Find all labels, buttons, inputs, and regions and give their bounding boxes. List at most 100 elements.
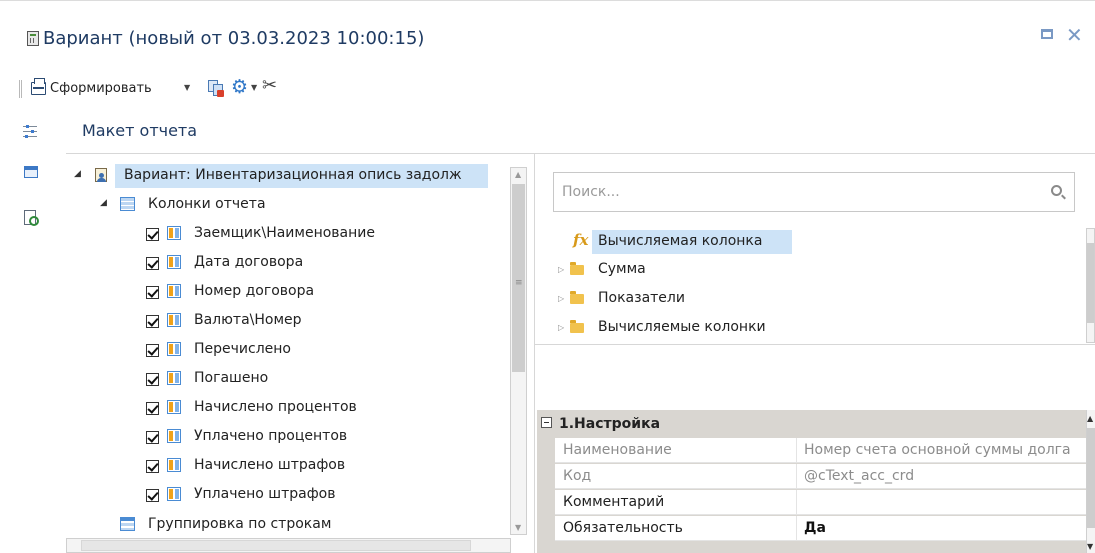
field-folder-item[interactable]: ▷ Вычисляемые колонки <box>553 314 1073 342</box>
scroll-up-arrow-icon[interactable]: ▲ <box>1087 414 1093 423</box>
column-checkbox[interactable] <box>146 228 159 241</box>
scroll-down-arrow-icon[interactable]: ▼ <box>515 523 521 532</box>
column-icon <box>167 429 181 443</box>
property-row[interactable]: Код @cText_acc_crd <box>555 464 1095 489</box>
column-icon <box>167 371 181 385</box>
tree-column-row[interactable]: Перечислено <box>66 336 510 364</box>
expand-arrow-icon[interactable]: ▷ <box>558 265 564 274</box>
collapse-minus-icon[interactable] <box>541 417 552 428</box>
row-grouping-icon <box>120 517 135 531</box>
horizontal-splitter[interactable] <box>535 344 1095 345</box>
panel-splitter[interactable] <box>534 154 535 553</box>
property-row[interactable]: Комментарий <box>555 490 1095 515</box>
property-row[interactable]: Обязательность Да <box>555 516 1095 541</box>
column-label: Номер договора <box>194 283 315 299</box>
property-value[interactable] <box>798 490 1085 515</box>
columns-table-icon <box>120 197 135 211</box>
tree-columns-group-label: Колонки отчета <box>148 196 266 212</box>
section-divider <box>66 153 1095 154</box>
printer-icon[interactable] <box>31 78 46 95</box>
settings-dropdown-arrow[interactable]: ▼ <box>251 83 257 92</box>
column-checkbox[interactable] <box>146 286 159 299</box>
column-icon <box>167 342 181 356</box>
available-fields-list: fx Вычисляемая колонка ▷ Сумма ▷ Показатели… <box>553 228 1093 344</box>
tree-horizontal-scrollbar[interactable] <box>66 538 511 553</box>
generate-dropdown-arrow[interactable]: ▼ <box>184 83 190 92</box>
column-checkbox[interactable] <box>146 460 159 473</box>
column-icon <box>167 313 181 327</box>
column-label: Дата договора <box>194 254 304 270</box>
report-layout-tree: ◢ Вариант: Инвентаризационная опись задо… <box>66 162 530 553</box>
tree-column-row[interactable]: Начислено процентов <box>66 394 510 422</box>
preview-search-icon[interactable] <box>24 210 39 226</box>
tree-columns-group-row[interactable]: ◢ Колонки отчета <box>66 191 510 219</box>
tree-root-row[interactable]: ◢ Вариант: Инвентаризационная опись задо… <box>66 162 510 190</box>
sliders-icon[interactable] <box>22 123 40 141</box>
search-icon[interactable] <box>1051 185 1062 196</box>
scroll-up-arrow-icon[interactable]: ▲ <box>515 170 521 179</box>
property-name: Наименование <box>555 438 797 463</box>
column-icon <box>167 400 181 414</box>
tree-column-row[interactable]: Погашено <box>66 365 510 393</box>
close-icon[interactable]: ✕ <box>1066 23 1083 47</box>
scroll-thumb[interactable] <box>81 540 471 551</box>
property-value: @cText_acc_crd <box>804 468 915 484</box>
tree-root-label: Вариант: Инвентаризационная опись задолж <box>124 167 462 183</box>
window-title: Вариант (новый от 03.03.2023 10:00:15) <box>43 28 425 49</box>
column-checkbox[interactable] <box>146 257 159 270</box>
property-name: Код <box>555 464 797 489</box>
column-label: Перечислено <box>194 341 291 357</box>
column-label: Начислено штрафов <box>194 457 346 473</box>
property-grid: 1.Настройка Наименование Номер счета осно… <box>537 410 1095 553</box>
field-folder-item[interactable]: ▷ Показатели <box>553 285 1073 313</box>
tree-column-row[interactable]: Уплачено процентов <box>66 423 510 451</box>
restore-icon[interactable] <box>1041 29 1053 39</box>
column-label: Уплачено процентов <box>194 428 348 444</box>
column-checkbox[interactable] <box>146 373 159 386</box>
function-icon: fx <box>573 231 589 249</box>
calculated-column-label: Вычисляемая колонка <box>598 233 763 249</box>
tree-column-row[interactable]: Заемщик\Наименование <box>66 220 510 248</box>
tools-icon[interactable]: ✂ <box>262 77 277 95</box>
expand-arrow-icon[interactable]: ▷ <box>558 323 564 332</box>
column-checkbox[interactable] <box>146 489 159 502</box>
tree-row-grouping-row[interactable]: Группировка по строкам <box>66 511 510 539</box>
property-row[interactable]: Наименование Номер счета основной суммы д… <box>555 438 1095 463</box>
properties-vertical-scrollbar[interactable]: ▲ ▼ <box>1086 410 1095 553</box>
property-name: Обязательность <box>555 516 797 541</box>
property-category[interactable]: 1.Настройка <box>537 410 1095 438</box>
expand-arrow-icon[interactable]: ▷ <box>558 294 564 303</box>
column-checkbox[interactable] <box>146 315 159 328</box>
toolbar-grip[interactable] <box>19 80 22 98</box>
property-name: Комментарий <box>555 490 797 515</box>
tree-column-row[interactable]: Уплачено штрафов <box>66 481 510 509</box>
toolbar: Сформировать ▼ ⚙ ▼ ✂ <box>0 72 1095 106</box>
collapse-arrow-icon[interactable]: ◢ <box>100 198 107 208</box>
layout-panel-icon[interactable] <box>24 166 38 178</box>
scroll-down-arrow-icon[interactable]: ▼ <box>1087 542 1093 551</box>
fields-vertical-scrollbar[interactable] <box>1086 228 1095 343</box>
tree-column-row[interactable]: Дата договора <box>66 249 510 277</box>
column-icon <box>167 487 181 501</box>
window-titlebar: Вариант (новый от 03.03.2023 10:00:15) ✕ <box>0 0 1095 72</box>
property-value[interactable]: Да <box>798 516 1085 541</box>
collapse-arrow-icon[interactable]: ◢ <box>74 169 81 179</box>
calculated-column-item[interactable]: fx Вычисляемая колонка <box>553 228 1073 256</box>
column-checkbox[interactable] <box>146 402 159 415</box>
tree-column-row[interactable]: Начислено штрафов <box>66 452 510 480</box>
field-folder-item[interactable]: ▷ Сумма <box>553 256 1073 284</box>
tree-vertical-scrollbar[interactable]: ▲ ≡ ▼ <box>510 167 527 535</box>
search-box[interactable] <box>553 172 1075 212</box>
folder-icon <box>570 291 584 304</box>
scroll-thumb[interactable] <box>1087 243 1094 323</box>
generate-button[interactable]: Сформировать <box>50 81 152 96</box>
column-checkbox[interactable] <box>146 431 159 444</box>
copy-report-icon[interactable] <box>208 80 224 97</box>
scroll-thumb[interactable] <box>1087 428 1095 528</box>
tree-column-row[interactable]: Валюта\Номер <box>66 307 510 335</box>
tree-column-row[interactable]: Номер договора <box>66 278 510 306</box>
settings-gear-icon[interactable]: ⚙ <box>231 78 248 97</box>
search-input[interactable] <box>562 182 1042 202</box>
column-icon <box>167 226 181 240</box>
column-checkbox[interactable] <box>146 344 159 357</box>
